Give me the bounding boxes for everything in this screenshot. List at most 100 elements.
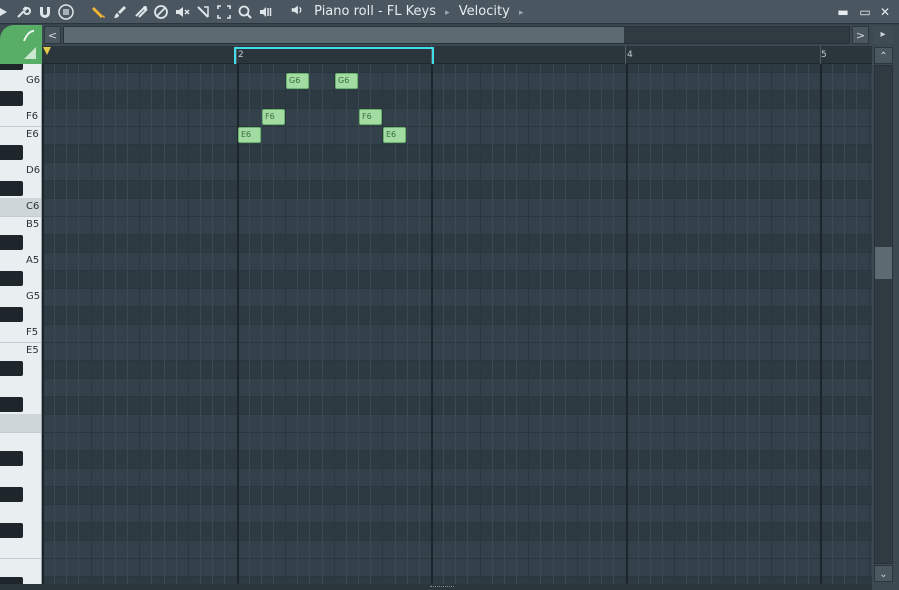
grid-line	[200, 64, 201, 584]
mute-speaker-icon[interactable]	[173, 3, 191, 21]
magnet-icon[interactable]	[36, 3, 54, 21]
vertical-scroll-thumb[interactable]	[875, 247, 892, 279]
key-label: C6	[26, 201, 40, 212]
grid-line	[164, 64, 165, 584]
note[interactable]: F6	[359, 109, 382, 125]
key-label: F6	[26, 111, 39, 122]
grid-line	[516, 64, 517, 584]
key-separator	[0, 342, 41, 343]
vertical-scrollbar[interactable]	[874, 65, 893, 564]
hamburger-menu-icon[interactable]	[57, 3, 75, 21]
grid-line	[407, 64, 408, 584]
draw-pencil-icon[interactable]	[90, 3, 108, 21]
grid-line	[492, 64, 493, 584]
note[interactable]: F6	[262, 109, 285, 125]
grid-line	[309, 64, 310, 584]
c-key[interactable]	[0, 414, 41, 432]
grid-line	[674, 64, 675, 584]
key-separator	[0, 216, 41, 217]
black-key[interactable]	[0, 397, 23, 412]
black-key[interactable]	[0, 181, 23, 196]
grid-line	[480, 64, 481, 584]
breadcrumb-item[interactable]: Piano roll - FL Keys	[314, 3, 436, 21]
black-key[interactable]	[0, 91, 23, 106]
note[interactable]: E6	[238, 127, 261, 143]
grid-line	[553, 64, 554, 584]
grid-line	[771, 64, 772, 584]
grid-line	[273, 64, 274, 584]
grid-line	[224, 64, 225, 584]
resize-grip-icon[interactable]	[430, 586, 454, 588]
grid-line	[334, 64, 335, 584]
note[interactable]: G6	[286, 73, 309, 89]
grid-line	[832, 64, 833, 584]
grid-line	[662, 64, 663, 584]
grid-line	[54, 64, 55, 584]
key-label: B5	[26, 219, 40, 230]
grid-line	[261, 64, 262, 584]
grid-line	[698, 64, 699, 584]
scroll-right-button[interactable]: >	[852, 26, 869, 44]
grid-line	[747, 64, 748, 584]
note[interactable]: E6	[383, 127, 406, 143]
grid-line	[759, 64, 760, 584]
black-key[interactable]	[0, 361, 23, 376]
black-key[interactable]	[0, 64, 23, 70]
grid-line	[285, 64, 286, 584]
song-start-marker-icon[interactable]	[43, 47, 51, 55]
scroll-menu-icon[interactable]: ▸	[873, 26, 893, 44]
key-separator	[0, 432, 41, 433]
horizontal-scroll-thumb[interactable]	[64, 27, 624, 43]
tool-corner-icon[interactable]	[0, 25, 42, 64]
grid-line	[151, 64, 152, 584]
grid-line	[601, 64, 602, 584]
breadcrumb-item[interactable]: Velocity	[459, 3, 510, 21]
scroll-up-button[interactable]: ⌃	[874, 47, 893, 64]
grid-line	[820, 64, 822, 584]
black-key[interactable]	[0, 145, 23, 160]
black-key[interactable]	[0, 307, 23, 322]
grid-line	[188, 64, 189, 584]
chevron-right-icon[interactable]: ▸	[519, 4, 524, 22]
key-label: E6	[26, 129, 39, 140]
grid-line	[346, 64, 347, 584]
paint-brush-icon[interactable]	[111, 3, 129, 21]
key-label: A5	[26, 255, 40, 266]
slice-tool-icon[interactable]	[194, 3, 212, 21]
playback-icon[interactable]	[257, 3, 275, 21]
grid-line	[638, 64, 639, 584]
grid-line	[127, 64, 128, 584]
scroll-left-button[interactable]: <	[44, 26, 61, 44]
grid-line	[796, 64, 797, 584]
grid-line	[419, 64, 420, 584]
bar-number: 4	[627, 50, 633, 60]
maximize-button[interactable]: ▭	[856, 3, 874, 21]
mute-tool-icon[interactable]	[152, 3, 170, 21]
black-key[interactable]	[0, 523, 23, 538]
wrench-icon[interactable]	[14, 3, 32, 21]
grid-line	[443, 64, 444, 584]
scroll-down-button[interactable]: ⌄	[874, 565, 893, 582]
black-key[interactable]	[0, 271, 23, 286]
piano-keyboard[interactable]: G7F7E7D7C7B6A6G6F6E6D6C6B5A5G5F5E5	[0, 64, 42, 584]
options-menu-icon[interactable]	[0, 3, 8, 21]
key-label: G6	[26, 75, 41, 86]
grid-line	[322, 64, 323, 584]
grid-line	[139, 64, 140, 584]
timeline-ruler[interactable]: 2 4 5	[42, 46, 872, 64]
minimize-button[interactable]: ▬	[834, 3, 852, 21]
close-button[interactable]: ✕	[876, 3, 894, 21]
zoom-icon[interactable]	[236, 3, 254, 21]
grid-line	[176, 64, 177, 584]
black-key[interactable]	[0, 577, 23, 584]
speaker-icon	[290, 3, 304, 21]
delete-tool-icon[interactable]	[132, 3, 150, 21]
black-key[interactable]	[0, 451, 23, 466]
black-key[interactable]	[0, 487, 23, 502]
grid-line	[115, 64, 116, 584]
black-key[interactable]	[0, 235, 23, 250]
note[interactable]: G6	[335, 73, 358, 89]
note-grid[interactable]: E6F6G6A6G6F6E6	[42, 64, 872, 584]
select-tool-icon[interactable]	[215, 3, 233, 21]
grid-line	[455, 64, 456, 584]
